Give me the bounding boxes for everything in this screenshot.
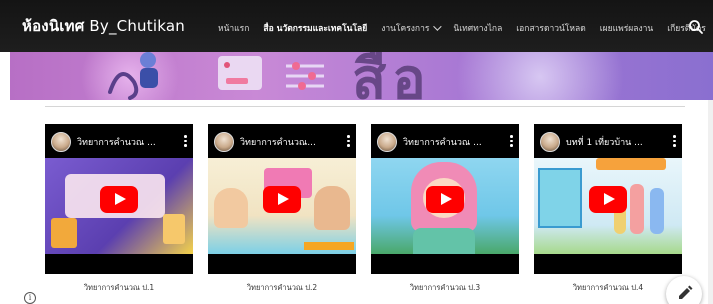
avatar[interactable] <box>540 132 560 152</box>
search-icon[interactable] <box>688 19 704 35</box>
more-options-icon[interactable] <box>673 135 676 147</box>
video-title[interactable]: บทที่ 1 เที่ยวบ้าน ... <box>566 135 658 149</box>
site-title-bold: ห้องนิเทศ <box>22 17 85 35</box>
hero-banner: สื่อ นวัตกรรม <box>10 52 713 100</box>
nav-item-downloads[interactable]: เอกสารดาวน์โหลด <box>516 21 585 35</box>
play-button[interactable] <box>426 186 464 213</box>
play-button[interactable] <box>263 186 301 213</box>
video-card[interactable]: บทที่ 1 เที่ยวบ้าน ... วิทยาการคำนวณ ป.4 <box>534 124 682 292</box>
nav-item-media[interactable]: สื่อ นวัตกรรมและเทคโนโลยี <box>263 21 367 35</box>
thumbnail-header: วิทยาการคำนวณ... <box>208 124 356 158</box>
site-title[interactable]: ห้องนิเทศ By_Chutikan <box>22 14 185 38</box>
banner-illustration <box>218 56 262 90</box>
video-caption: วิทยาการคำนวณ ป.4 <box>572 283 644 292</box>
scrollbar[interactable] <box>708 100 713 304</box>
more-options-icon[interactable] <box>347 135 350 147</box>
video-thumbnail[interactable]: วิทยาการคำนวณ ... <box>371 124 519 274</box>
video-grid: วิทยาการคำนวณ ... วิทยาการคำนวณ ป.1 วิทย… <box>45 124 685 292</box>
play-button[interactable] <box>100 186 138 213</box>
nav-item-remote-supervision[interactable]: นิเทศทางไกล <box>453 21 502 35</box>
thumbnail-header: บทที่ 1 เที่ยวบ้าน ... <box>534 124 682 158</box>
pencil-icon <box>679 285 693 299</box>
more-options-icon[interactable] <box>510 135 513 147</box>
video-title[interactable]: วิทยาการคำนวณ ... <box>403 135 495 149</box>
avatar[interactable] <box>377 132 397 152</box>
nav-item-home[interactable]: หน้าแรก <box>218 21 249 35</box>
banner-illustration <box>108 52 158 100</box>
more-options-icon[interactable] <box>184 135 187 147</box>
video-title[interactable]: วิทยาการคำนวณ ... <box>77 135 169 149</box>
video-title[interactable]: วิทยาการคำนวณ... <box>240 135 332 149</box>
video-caption: วิทยาการคำนวณ ป.3 <box>409 283 481 292</box>
main-nav: หน้าแรก สื่อ นวัตกรรมและเทคโนโลยี งานโคร… <box>218 18 713 38</box>
nav-item-publications[interactable]: เผยแพร่ผลงาน <box>600 21 653 35</box>
chevron-down-icon <box>433 22 443 31</box>
video-caption: วิทยาการคำนวณ ป.2 <box>246 283 318 292</box>
avatar[interactable] <box>51 132 71 152</box>
thumbnail-header: วิทยาการคำนวณ ... <box>45 124 193 158</box>
video-card[interactable]: วิทยาการคำนวณ ... วิทยาการคำนวณ ป.1 <box>45 124 193 292</box>
video-thumbnail[interactable]: วิทยาการคำนวณ ... <box>45 124 193 274</box>
site-header: ห้องนิเทศ By_Chutikan หน้าแรก สื่อ นวัตก… <box>0 0 713 52</box>
play-button[interactable] <box>589 186 627 213</box>
edit-button[interactable] <box>666 276 702 304</box>
info-icon[interactable]: i <box>24 292 36 304</box>
video-thumbnail[interactable]: วิทยาการคำนวณ... <box>208 124 356 274</box>
video-thumbnail[interactable]: บทที่ 1 เที่ยวบ้าน ... <box>534 124 682 274</box>
avatar[interactable] <box>214 132 234 152</box>
video-card[interactable]: วิทยาการคำนวณ... วิทยาการคำนวณ ป.2 <box>208 124 356 292</box>
video-caption: วิทยาการคำนวณ ป.1 <box>83 283 155 292</box>
banner-illustration <box>286 62 324 90</box>
site-title-rest: By_Chutikan <box>89 17 185 35</box>
banner-decoration: สื่อ นวัตกรรม <box>352 52 432 100</box>
nav-item-projects[interactable]: งานโครงการ <box>381 21 443 35</box>
video-card[interactable]: วิทยาการคำนวณ ... วิทยาการคำนวณ ป.3 <box>371 124 519 292</box>
thumbnail-header: วิทยาการคำนวณ ... <box>371 124 519 158</box>
section-divider <box>45 106 685 107</box>
